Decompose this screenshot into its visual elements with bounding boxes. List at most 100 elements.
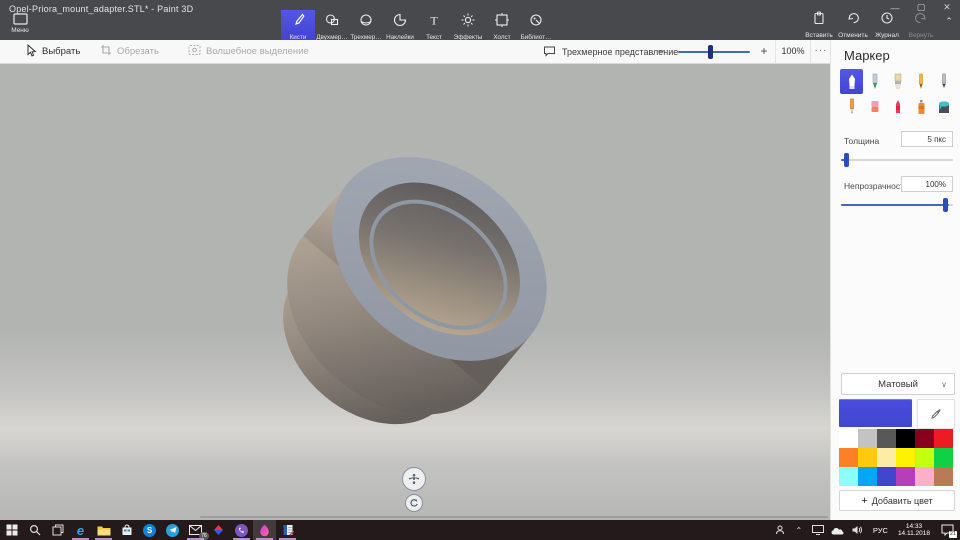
paint3d-icon bbox=[258, 524, 271, 537]
model-opel-priora-mount-adapter[interactable] bbox=[0, 64, 830, 520]
oil-brush-tool[interactable] bbox=[886, 69, 909, 94]
current-color-swatch[interactable] bbox=[839, 399, 912, 427]
paint3d-button[interactable] bbox=[253, 520, 276, 540]
palette-swatch[interactable] bbox=[858, 429, 877, 448]
telegram-button[interactable] bbox=[161, 520, 184, 540]
palette-swatch[interactable] bbox=[915, 429, 934, 448]
more-options-button[interactable]: ··· bbox=[812, 40, 830, 63]
language-indicator[interactable]: РУС bbox=[869, 520, 892, 540]
palette-swatch[interactable] bbox=[934, 429, 953, 448]
volume-tray-icon[interactable] bbox=[849, 520, 867, 540]
tab-3d-shapes[interactable]: Трехмер… bbox=[349, 10, 383, 40]
palette-swatch[interactable] bbox=[877, 429, 896, 448]
action-center-button[interactable]: 21 bbox=[936, 520, 958, 540]
rotate-view-control[interactable] bbox=[405, 494, 423, 512]
palette-swatch[interactable] bbox=[934, 448, 953, 467]
spray-can-tool[interactable] bbox=[909, 94, 932, 119]
stickers-icon bbox=[392, 12, 408, 33]
mail-button[interactable]: 76 bbox=[184, 520, 207, 540]
game-app-button[interactable] bbox=[207, 520, 230, 540]
palette-swatch[interactable] bbox=[858, 467, 877, 486]
tab-canvas[interactable]: Холст bbox=[485, 10, 519, 40]
opacity-value-input[interactable]: 100% bbox=[901, 176, 953, 192]
zoom-level-value[interactable]: 100% bbox=[775, 40, 811, 63]
notification-count-badge: 21 bbox=[949, 531, 957, 538]
history-button[interactable]: Журнал bbox=[870, 11, 904, 39]
paste-button[interactable]: Вставить bbox=[802, 11, 836, 39]
fill-bucket-tool[interactable] bbox=[932, 94, 955, 119]
pixel-pen-tool[interactable] bbox=[932, 69, 955, 94]
zoom-out-button[interactable]: − bbox=[652, 40, 670, 63]
palette-swatch[interactable] bbox=[934, 467, 953, 486]
marker-tool[interactable] bbox=[840, 69, 863, 94]
start-button[interactable] bbox=[0, 520, 23, 540]
thickness-slider-track[interactable] bbox=[841, 159, 953, 161]
tab-text[interactable]: T Текст bbox=[417, 10, 451, 40]
tray-expand-chevron[interactable]: ⌃ bbox=[791, 520, 807, 540]
store-button[interactable] bbox=[115, 520, 138, 540]
panel-title: Маркер bbox=[844, 48, 890, 63]
thickness-value-input[interactable]: 5 пкс bbox=[901, 131, 953, 147]
select-button[interactable]: Выбрать bbox=[26, 40, 80, 63]
crop-button[interactable]: Обрезать bbox=[100, 40, 159, 63]
tab-brushes[interactable]: Кисти bbox=[281, 10, 315, 40]
undo-button[interactable]: Отменить bbox=[836, 11, 870, 39]
palette-swatch[interactable] bbox=[839, 467, 858, 486]
finish-dropdown[interactable]: Матовый ∨ bbox=[841, 373, 955, 395]
palette-swatch[interactable] bbox=[839, 429, 858, 448]
thickness-slider-handle[interactable] bbox=[844, 153, 849, 167]
zoom-slider-track[interactable] bbox=[678, 51, 750, 53]
palette-swatch[interactable] bbox=[858, 448, 877, 467]
pen-tool[interactable] bbox=[909, 69, 932, 94]
eraser-tool[interactable] bbox=[863, 94, 886, 119]
tab-2d-shapes[interactable]: Двухмер… bbox=[315, 10, 349, 40]
pencil-tool[interactable] bbox=[840, 94, 863, 119]
eyedropper-icon bbox=[930, 408, 942, 420]
skype-button[interactable]: S bbox=[138, 520, 161, 540]
horizontal-scrollbar[interactable] bbox=[200, 516, 828, 518]
docs-app-button[interactable] bbox=[276, 520, 299, 540]
tab-stickers[interactable]: Наклейки bbox=[383, 10, 417, 40]
cursor-icon bbox=[26, 44, 37, 60]
opacity-slider-handle[interactable] bbox=[943, 198, 948, 212]
explorer-icon bbox=[97, 525, 111, 536]
redo-button[interactable]: Вернуть bbox=[904, 11, 938, 39]
menu-label: Меню bbox=[11, 27, 29, 34]
palette-swatch[interactable] bbox=[896, 448, 915, 467]
chevron-up-icon[interactable]: ⌃ bbox=[940, 16, 958, 32]
zoom-in-button[interactable]: + bbox=[755, 40, 773, 63]
viber-button[interactable] bbox=[230, 520, 253, 540]
add-color-button[interactable]: + Добавить цвет bbox=[839, 490, 955, 511]
clock[interactable]: 14:3314.11.2018 bbox=[894, 520, 934, 540]
fill-bucket-icon bbox=[936, 98, 952, 116]
palette-swatch[interactable] bbox=[839, 448, 858, 467]
calligraphy-pen-tool[interactable] bbox=[863, 69, 886, 94]
palette-swatch[interactable] bbox=[877, 448, 896, 467]
tab-effects[interactable]: Эффекты bbox=[451, 10, 485, 40]
display-tray-icon[interactable] bbox=[809, 520, 827, 540]
orbit-3d-control[interactable] bbox=[402, 467, 426, 491]
workspace-3d-canvas[interactable] bbox=[0, 64, 830, 520]
eyedropper-button[interactable] bbox=[917, 399, 955, 429]
palette-swatch[interactable] bbox=[915, 467, 934, 486]
menu-button[interactable]: Меню bbox=[2, 13, 38, 39]
brush-icon bbox=[290, 12, 306, 33]
palette-swatch[interactable] bbox=[896, 467, 915, 486]
palette-swatch[interactable] bbox=[915, 448, 934, 467]
task-view-button[interactable] bbox=[46, 520, 69, 540]
explorer-button[interactable] bbox=[92, 520, 115, 540]
magic-select-button[interactable]: Волшебное выделение bbox=[188, 40, 309, 63]
people-tray-icon[interactable] bbox=[771, 520, 789, 540]
telegram-icon bbox=[166, 524, 179, 537]
zoom-slider-handle[interactable] bbox=[708, 45, 713, 59]
edge-button[interactable]: e bbox=[69, 520, 92, 540]
onedrive-cloud-icon[interactable] bbox=[829, 520, 847, 540]
marker-icon bbox=[844, 73, 860, 91]
palette-swatch[interactable] bbox=[877, 467, 896, 486]
palette-swatch[interactable] bbox=[896, 429, 915, 448]
crayon-tool[interactable] bbox=[886, 94, 909, 119]
tab-library[interactable]: Библиот… bbox=[519, 10, 553, 40]
history-icon bbox=[880, 11, 894, 30]
viber-icon bbox=[235, 524, 248, 537]
search-button[interactable] bbox=[23, 520, 46, 540]
